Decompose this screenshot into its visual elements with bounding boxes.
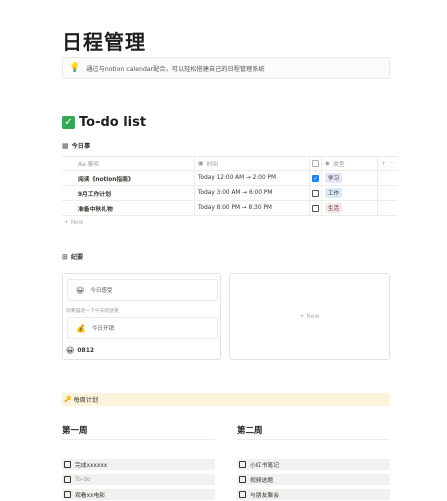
todo-item[interactable]: 与朋友聚会 (237, 489, 390, 500)
key-icon: 🔑 (64, 396, 72, 403)
todo-checkbox[interactable] (64, 491, 71, 498)
todo-checkbox[interactable] (239, 461, 246, 468)
card-feeling: 😀 今日感受 (67, 279, 218, 301)
type-tag: 学习 (325, 173, 343, 183)
table-header: Aa 事项 ▣ 时间 ◉ 类型 + ··· (62, 156, 398, 171)
todo-item-label: To-do (75, 476, 91, 483)
type-tag: 生活 (325, 203, 343, 213)
check-mark-icon: ✓ (62, 116, 75, 129)
column-header-check[interactable] (310, 157, 322, 170)
smile-emoji-icon: 😀 (66, 346, 75, 355)
column-header-type-label: 类型 (333, 162, 345, 168)
todo-heading-title: To-do list (79, 115, 147, 130)
tab-today[interactable]: ▦ 今日事 (62, 141, 91, 151)
card-expense: 💰 今日开销 (67, 317, 218, 339)
task-checkbox-cell (310, 186, 322, 200)
todo-checkbox[interactable] (239, 476, 246, 483)
column-header-type[interactable]: ◉ 类型 (322, 157, 378, 170)
weekly-plan-label: 每周计划 (73, 397, 99, 404)
type-tag: 工作 (325, 188, 343, 198)
column-header-time[interactable]: ▣ 时间 (195, 157, 310, 170)
task-checkbox[interactable] (312, 204, 319, 212)
more-icon[interactable]: ··· (391, 161, 397, 167)
todo-item-label: 完成xxxxxx (75, 463, 108, 469)
table-row[interactable]: 阅读《notion指南》 Today 12:00 AM → 2:00 PM ✓ 学习 (62, 171, 398, 186)
task-type-cell[interactable]: 生活 (322, 201, 378, 215)
todo-item[interactable]: 小红书笔记 (237, 459, 390, 470)
todo-table: Aa 事项 ▣ 时间 ◉ 类型 + ··· 阅读《notion指南》 Today 12… (62, 156, 398, 230)
add-column-button[interactable]: + (381, 161, 386, 167)
todo-checkbox[interactable] (64, 461, 71, 468)
select-icon: ◉ (325, 160, 331, 167)
column-header-name[interactable]: Aa 事项 (62, 157, 195, 170)
todo-item-label: 与朋友聚会 (250, 493, 279, 499)
table-row[interactable]: 准备中秋礼物 Today 8:00 PM → 8:30 PM 生活 (62, 201, 398, 216)
todo-item-label: 视频选题 (250, 478, 274, 484)
column-actions: + ··· (378, 157, 398, 170)
empty-cell (378, 201, 398, 215)
empty-cell (378, 186, 398, 200)
tab-notes[interactable]: ⊞ 纪要 (62, 252, 84, 262)
task-time[interactable]: Today 3:00 AM → 6:00 PM (195, 186, 310, 200)
todo-item-label: 小红书笔记 (250, 463, 279, 469)
tab-today-label: 今日事 (71, 143, 91, 150)
task-checkbox-cell: ✓ (310, 171, 322, 185)
week1-title: 第一周 (62, 426, 88, 436)
task-type-cell[interactable]: 工作 (322, 186, 378, 200)
new-row-button[interactable]: + New (62, 216, 398, 230)
divider (237, 439, 390, 440)
column-header-time-label: 时间 (206, 162, 219, 168)
todo-item[interactable]: To-do (62, 474, 215, 485)
card-feeling-label: 今日感受 (90, 288, 113, 294)
card-expense-label: 今日开销 (91, 326, 114, 332)
empty-cell (378, 171, 398, 185)
gallery-card[interactable]: 😀 今日感受 简要描述一下今天的感受 💰 今日开销 😀 0812 (62, 273, 221, 360)
new-card-button[interactable]: + New (229, 273, 390, 360)
lightbulb-icon: 💡 (69, 63, 81, 73)
smile-emoji-icon: 😀 (76, 285, 85, 295)
task-time[interactable]: Today 8:00 PM → 8:30 PM (195, 201, 310, 215)
page-title: 日程管理 (62, 30, 146, 54)
checkbox-icon (312, 160, 319, 167)
task-name[interactable]: 阅读《notion指南》 (62, 171, 195, 185)
weekly-plan-banner: 🔑 每周计划 (62, 393, 390, 406)
task-checkbox[interactable]: ✓ (312, 174, 319, 182)
card-note: 简要描述一下今天的感受 (66, 309, 119, 314)
task-checkbox[interactable] (312, 189, 319, 197)
money-bag-icon: 💰 (76, 323, 86, 333)
calendar-icon: ▣ (198, 160, 204, 167)
week2-title: 第二周 (237, 426, 263, 436)
tab-notes-label: 纪要 (70, 254, 84, 261)
task-type-cell[interactable]: 学习 (322, 171, 378, 185)
task-time[interactable]: Today 12:00 AM → 2:00 PM (195, 171, 310, 185)
callout-text: 通过与notion calendar配合，可以轻松搭建自己的日程管理系统 (86, 65, 265, 73)
todo-checkbox[interactable] (64, 476, 71, 483)
table-row[interactable]: 9月工作计划 Today 3:00 AM → 6:00 PM 工作 (62, 186, 398, 201)
gallery-icon: ⊞ (62, 252, 68, 261)
table-icon: ▦ (62, 141, 69, 150)
divider (62, 439, 215, 440)
task-name[interactable]: 9月工作计划 (62, 186, 195, 200)
task-checkbox-cell (310, 201, 322, 215)
todo-item[interactable]: 观看xx电影 (62, 489, 215, 500)
task-name[interactable]: 准备中秋礼物 (62, 201, 195, 215)
card-title: 😀 0812 (66, 346, 94, 355)
todo-item[interactable]: 视频选题 (237, 474, 390, 485)
todo-item[interactable]: 完成xxxxxx (62, 459, 215, 470)
card-title-label: 0812 (77, 347, 95, 354)
callout: 💡 通过与notion calendar配合，可以轻松搭建自己的日程管理系统 (62, 57, 390, 79)
todo-item-label: 观看xx电影 (75, 493, 106, 499)
todo-heading: ✓ To-do list (62, 115, 146, 130)
todo-checkbox[interactable] (239, 491, 246, 498)
